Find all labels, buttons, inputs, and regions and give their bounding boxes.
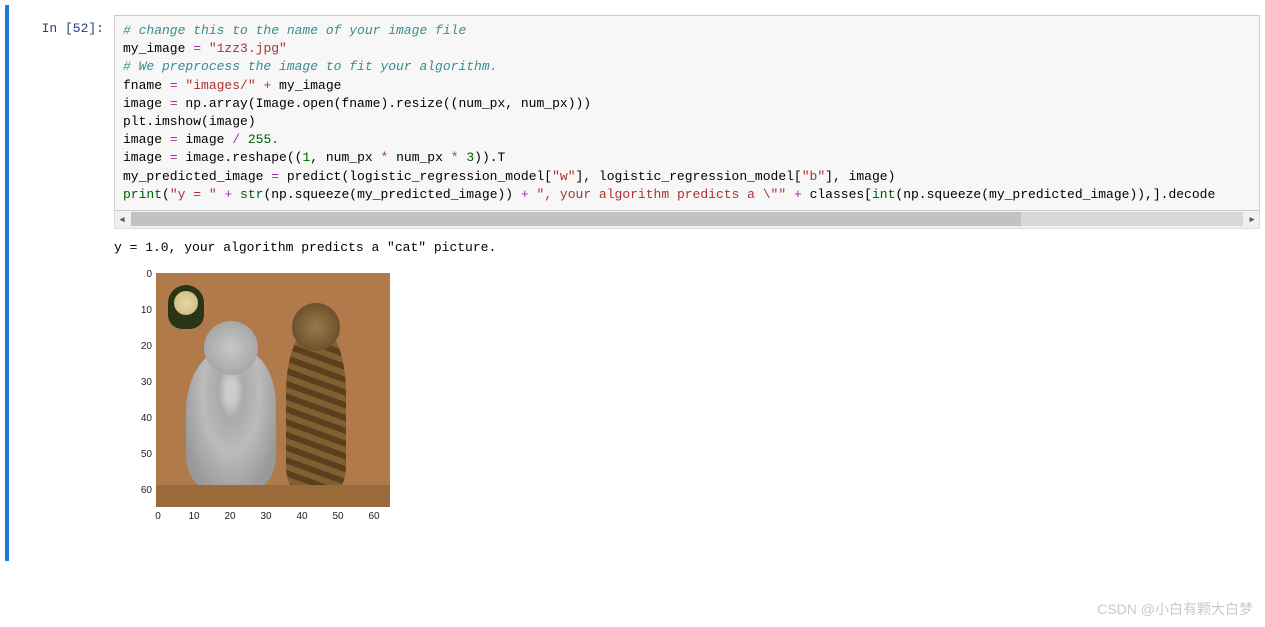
scroll-left-icon[interactable]: ◂: [115, 212, 129, 227]
x-tick-label: 20: [220, 511, 240, 522]
x-tick-label: 10: [184, 511, 204, 522]
matplotlib-figure: 0 10 20 30 40 50 60 0 10 20 30 40 50 60: [114, 267, 414, 547]
y-tick-label: 50: [132, 449, 152, 460]
input-prompt: In [52]:: [42, 21, 104, 36]
y-tick-label: 40: [132, 413, 152, 424]
scroll-track[interactable]: [131, 212, 1243, 226]
horizontal-scrollbar[interactable]: ◂ ▸: [114, 211, 1260, 229]
x-tick-label: 60: [364, 511, 384, 522]
scroll-right-icon[interactable]: ▸: [1245, 212, 1259, 227]
y-tick-label: 30: [132, 377, 152, 388]
output-text: y = 1.0, your algorithm predicts a "cat"…: [114, 229, 1260, 263]
code-editor[interactable]: # change this to the name of your image …: [114, 15, 1260, 211]
badge-decoration: [168, 285, 204, 329]
prompt-column: In [52]:: [9, 15, 114, 547]
y-tick-label: 60: [132, 485, 152, 496]
notebook-cell-container: In [52]: # change this to the name of yo…: [5, 5, 1260, 561]
cat-grey-shape: [186, 349, 276, 489]
code-cell: In [52]: # change this to the name of yo…: [9, 15, 1260, 547]
x-tick-label: 30: [256, 511, 276, 522]
y-tick-label: 20: [132, 341, 152, 352]
cat-tabby-shape: [286, 329, 346, 489]
y-tick-label: 10: [132, 305, 152, 316]
x-tick-label: 50: [328, 511, 348, 522]
code-content: # change this to the name of your image …: [114, 15, 1260, 547]
watermark-text: CSDN @小白有颗大白梦: [1097, 599, 1253, 619]
floor-shape: [156, 485, 390, 507]
code-comment: # change this to the name of your image …: [123, 23, 466, 38]
scroll-thumb[interactable]: [131, 212, 1021, 226]
x-tick-label: 0: [148, 511, 168, 522]
x-tick-label: 40: [292, 511, 312, 522]
code-comment: # We preprocess the image to fit your al…: [123, 59, 497, 74]
y-tick-label: 0: [132, 269, 152, 280]
plot-image: [156, 273, 390, 507]
